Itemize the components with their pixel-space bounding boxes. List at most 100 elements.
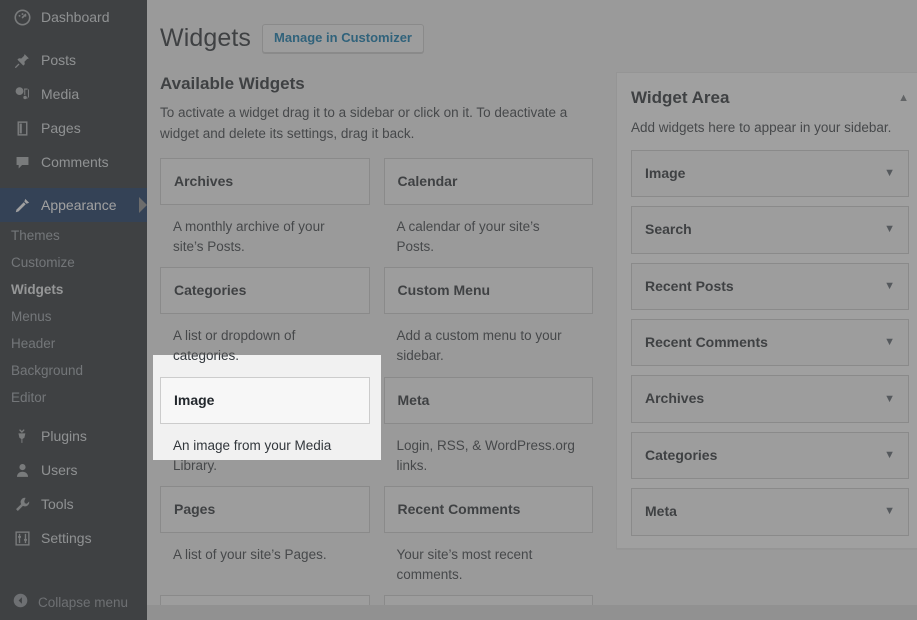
settings-icon: [12, 528, 32, 548]
submenu-item-editor[interactable]: Editor: [0, 384, 147, 411]
appearance-icon: [12, 195, 32, 215]
placed-widget-title: Recent Posts: [645, 277, 734, 294]
chevron-down-icon[interactable]: ▼: [884, 168, 895, 179]
submenu-item-widgets[interactable]: Widgets: [0, 276, 147, 303]
pin-icon: [12, 50, 32, 70]
sidebar-item-posts[interactable]: Posts: [0, 43, 147, 77]
widget-card-calendar[interactable]: Calendar: [383, 158, 593, 205]
sidebar-item-media[interactable]: Media: [0, 77, 147, 111]
sidebar-item-appearance[interactable]: Appearance: [0, 188, 147, 222]
tools-icon: [12, 494, 32, 514]
widget-area-panel: Widget Area ▲ Add widgets here to appear…: [616, 71, 917, 549]
chevron-down-icon[interactable]: ▼: [884, 393, 895, 405]
manage-in-customizer-button[interactable]: Manage in Customizer: [262, 23, 424, 53]
sidebar-item-label: Settings: [41, 530, 92, 546]
widget-area-header[interactable]: Widget Area ▲: [631, 87, 909, 109]
widget-description: Add a custom menu to your sidebar.: [396, 328, 562, 364]
sidebar-separator: [0, 34, 147, 43]
placed-widget-categories[interactable]: Categories ▼: [631, 431, 909, 480]
widget-card-recent-comments[interactable]: Recent Comments: [383, 486, 593, 533]
sidebar-item-tools[interactable]: Tools: [0, 487, 147, 521]
page-title: Widgets: [160, 24, 252, 52]
sidebar-item-label: Appearance: [41, 197, 117, 213]
media-icon: [12, 84, 32, 104]
widget-area-description: Add widgets here to appear in your sideb…: [631, 119, 892, 135]
widget-title: Recent Comments: [397, 501, 521, 518]
chevron-down-icon[interactable]: ▼: [884, 280, 895, 292]
placed-widget-title: Search: [645, 221, 692, 238]
footer-strip: [147, 605, 917, 620]
widget-card-custom-menu[interactable]: Custom Menu: [383, 267, 593, 315]
submenu-item-customize[interactable]: Customize: [0, 249, 147, 276]
available-widget: Recent Comments Your site’s most recent …: [383, 486, 608, 585]
submenu-item-label: Editor: [11, 390, 47, 405]
page-header: Widgets Manage in Customizer: [160, 12, 897, 55]
sidebar-item-label: Posts: [41, 52, 77, 68]
submenu-item-label: Widgets: [11, 282, 64, 297]
dashboard-icon: [12, 7, 32, 27]
widget-card-image[interactable]: Image: [160, 376, 370, 424]
comment-icon: [12, 152, 32, 172]
widget-title: Calendar: [397, 173, 458, 190]
widget-card-archives[interactable]: Archives: [160, 158, 370, 205]
placed-widget-recent-comments[interactable]: Recent Comments ▼: [631, 319, 909, 367]
widget-card-meta[interactable]: Meta: [383, 376, 593, 424]
widget-title: Meta: [397, 391, 430, 408]
collapse-menu-button[interactable]: Collapse menu: [0, 592, 147, 612]
sidebar-item-pages[interactable]: Pages: [0, 111, 147, 145]
widget-title: Categories: [174, 282, 247, 299]
available-widgets-title: Available Widgets: [160, 73, 305, 93]
widgets-columns: Available Widgets To activate a widget d…: [160, 71, 917, 620]
collapse-arrow-icon: [12, 592, 29, 612]
sidebar-item-settings[interactable]: Settings: [0, 521, 147, 555]
widget-title: Image: [174, 391, 215, 408]
submenu-item-background[interactable]: Background: [0, 357, 147, 384]
page-icon: [12, 118, 32, 138]
available-widget: Categories A list or dropdown of categor…: [160, 267, 384, 366]
chevron-down-icon[interactable]: ▼: [884, 449, 895, 461]
sidebar-item-label: Comments: [41, 154, 109, 170]
admin-screen: Dashboard Posts Media Pages Comments App…: [0, 0, 917, 620]
widget-area-title: Widget Area: [631, 87, 730, 107]
widget-description: Login, RSS, & WordPress.org links.: [396, 437, 575, 473]
widgets-page-wrap: Widgets Manage in Customizer Available W…: [147, 0, 917, 620]
submenu-item-themes[interactable]: Themes: [0, 222, 147, 249]
widget-card-categories[interactable]: Categories: [160, 267, 370, 315]
sidebar-item-label: Users: [41, 462, 78, 478]
placed-widget-title: Categories: [645, 446, 718, 463]
sidebar-item-label: Tools: [41, 496, 74, 512]
placed-widget-meta[interactable]: Meta ▼: [631, 488, 909, 536]
sidebar-separator: [0, 179, 147, 188]
placed-widget-title: Recent Comments: [645, 334, 768, 351]
placed-widget-archives[interactable]: Archives ▼: [631, 375, 909, 423]
placed-widget-recent-posts[interactable]: Recent Posts ▼: [631, 262, 909, 311]
chevron-up-icon[interactable]: ▲: [898, 87, 909, 104]
sidebar-item-plugins[interactable]: Plugins: [0, 419, 147, 453]
available-widgets-column: Available Widgets To activate a widget d…: [160, 72, 607, 620]
placed-widget-title: Meta: [645, 503, 677, 520]
available-widget: Calendar A calendar of your site’s Posts…: [383, 158, 608, 257]
widget-description: A list of your site’s Pages.: [173, 546, 327, 562]
widget-title: Archives: [174, 173, 234, 190]
submenu-item-header[interactable]: Header: [0, 330, 147, 357]
widget-card-pages[interactable]: Pages: [160, 486, 370, 533]
sidebar-item-users[interactable]: Users: [0, 453, 147, 487]
widget-description: An image from your Media Library.: [173, 437, 332, 473]
submenu-item-menus[interactable]: Menus: [0, 303, 147, 330]
placed-widget-image[interactable]: Image ▼: [631, 149, 909, 198]
widget-area-column: Widget Area ▲ Add widgets here to appear…: [616, 71, 917, 549]
available-widget: Meta Login, RSS, & WordPress.org links.: [383, 376, 608, 476]
placed-widget-search[interactable]: Search ▼: [631, 206, 909, 254]
sidebar-item-label: Dashboard: [41, 9, 110, 25]
widget-description: A list or dropdown of categories.: [173, 328, 296, 364]
submenu-item-label: Background: [11, 363, 84, 378]
placed-widget-title: Image: [645, 164, 686, 181]
sidebar-item-dashboard[interactable]: Dashboard: [0, 0, 147, 34]
available-widget-highlighted: Image An image from your Media Library.: [160, 376, 384, 476]
chevron-down-icon[interactable]: ▼: [884, 224, 895, 235]
submenu-item-label: Menus: [11, 309, 52, 324]
sidebar-item-comments[interactable]: Comments: [0, 145, 147, 179]
widget-description: A calendar of your site’s Posts.: [396, 218, 540, 255]
chevron-down-icon[interactable]: ▼: [884, 506, 895, 517]
chevron-down-icon[interactable]: ▼: [884, 337, 895, 348]
